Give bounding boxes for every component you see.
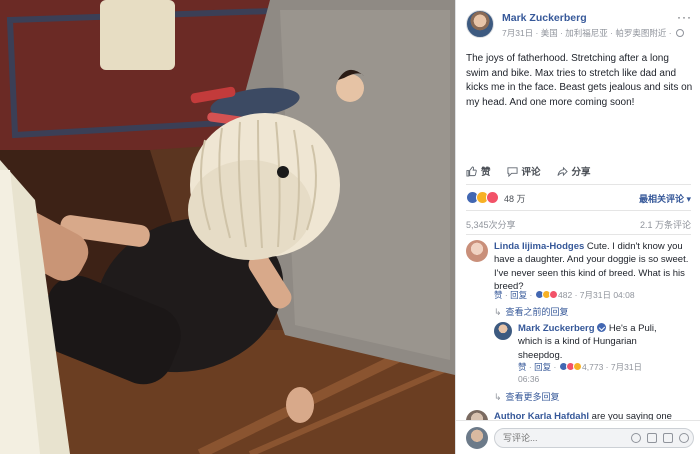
comment-body: Linda Iijima-Hodges Cute. I didn't know … xyxy=(494,240,694,293)
more-options-icon[interactable]: ··· xyxy=(677,10,692,24)
reply-item: Mark Zuckerberg He's a Puli, which is a … xyxy=(494,322,694,384)
post-meta-text[interactable]: 7月31日 · 美国 · 加利福尼亚 · 帕罗奥图附近 · xyxy=(502,28,672,38)
share-label: 分享 xyxy=(571,167,591,178)
commenter-name[interactable]: Linda Iijima-Hodges xyxy=(494,241,584,252)
reaction-icons[interactable] xyxy=(466,191,499,204)
post-meta: 7月31日 · 美国 · 加利福尼亚 · 帕罗奥图附近 · xyxy=(502,27,684,39)
comment-composer xyxy=(456,420,700,454)
post-stats: 5,345次分享 2.1 万条评论 xyxy=(466,218,691,230)
post-text: The joys of fatherhood. Stretching after… xyxy=(466,53,693,108)
post-header: Mark Zuckerberg 7月31日 · 美国 · 加利福尼亚 · 帕罗奥… xyxy=(466,10,696,40)
composer-tools xyxy=(631,433,689,443)
comment-sort-dropdown[interactable]: 最相关评论 ▾ xyxy=(639,192,691,205)
comment-like-link[interactable]: 赞 xyxy=(494,290,503,300)
comment-button[interactable]: 评论 xyxy=(506,162,541,180)
comment-label: 评论 xyxy=(521,167,541,178)
gif-icon[interactable] xyxy=(663,433,673,443)
reply-time[interactable]: 7月31日 xyxy=(611,362,642,372)
camera-icon[interactable] xyxy=(647,433,657,443)
share-icon xyxy=(556,166,568,176)
view-more-replies-label: 查看更多回复 xyxy=(505,392,560,402)
facebook-photo-viewer: Mark Zuckerberg 7月31日 · 美国 · 加利福尼亚 · 帕罗奥… xyxy=(0,0,700,454)
reactions-summary: 48 万 最相关评论 ▾ xyxy=(466,190,691,206)
comment-count[interactable]: 2.1 万条评论 xyxy=(640,218,691,231)
share-button[interactable]: 分享 xyxy=(556,162,591,180)
comment-reaction-count[interactable]: 482 xyxy=(558,290,572,300)
commenter-avatar[interactable] xyxy=(466,240,488,262)
comment-time[interactable]: 7月31日 04:08 xyxy=(580,290,635,300)
photo-illustration xyxy=(0,0,455,454)
haha-reaction-icon xyxy=(572,362,582,371)
love-reaction-icon xyxy=(548,290,558,299)
reply-arrow-icon: ↳ xyxy=(494,307,502,317)
view-more-replies[interactable]: ↳ 查看更多回复 xyxy=(494,390,560,403)
reply-like-link[interactable]: 赞 xyxy=(518,362,527,372)
divider xyxy=(466,234,691,235)
view-previous-replies[interactable]: ↳ 查看之前的回复 xyxy=(494,305,569,318)
love-reaction-icon xyxy=(486,191,499,204)
divider xyxy=(466,210,691,211)
post-photo[interactable] xyxy=(0,0,455,454)
like-button[interactable]: 赞 xyxy=(466,162,491,180)
reply-arrow-icon: ↳ xyxy=(494,392,502,402)
reaction-count[interactable]: 48 万 xyxy=(504,192,526,205)
thumbs-up-icon xyxy=(466,165,477,177)
post-actions: 赞 评论 分享 xyxy=(466,162,691,180)
current-user-avatar xyxy=(466,427,488,449)
sticker-icon[interactable] xyxy=(679,433,689,443)
share-count[interactable]: 5,345次分享 xyxy=(466,218,516,231)
reply-time-2[interactable]: 06:36 xyxy=(518,374,539,384)
author-name[interactable]: Mark Zuckerberg xyxy=(502,12,587,24)
reply-author-name[interactable]: Mark Zuckerberg xyxy=(518,323,595,334)
author-avatar[interactable] xyxy=(466,10,494,38)
like-label: 赞 xyxy=(481,167,491,178)
comment-reply-link[interactable]: 回复 xyxy=(510,290,527,300)
globe-icon xyxy=(675,29,684,37)
verified-badge-icon xyxy=(597,323,607,332)
comment-item: Linda Iijima-Hodges Cute. I didn't know … xyxy=(466,240,694,302)
reply-reply-link[interactable]: 回复 xyxy=(534,362,551,372)
divider xyxy=(466,184,691,185)
post-side-panel: Mark Zuckerberg 7月31日 · 美国 · 加利福尼亚 · 帕罗奥… xyxy=(455,0,700,454)
emoji-icon[interactable] xyxy=(631,433,641,443)
reply-reaction-count[interactable]: 4,773 xyxy=(582,362,603,372)
view-previous-replies-label: 查看之前的回复 xyxy=(505,307,569,317)
comment-meta: 赞 · 回复 · 482 · 7月31日 04:08 xyxy=(494,290,635,300)
comment-icon xyxy=(506,166,518,177)
reply-meta: 赞 · 回复 · 4,773 · 7月31日 06:36 xyxy=(518,362,643,384)
reply-author-avatar[interactable] xyxy=(494,322,512,340)
reply-body: Mark Zuckerberg He's a Puli, which is a … xyxy=(518,322,658,362)
